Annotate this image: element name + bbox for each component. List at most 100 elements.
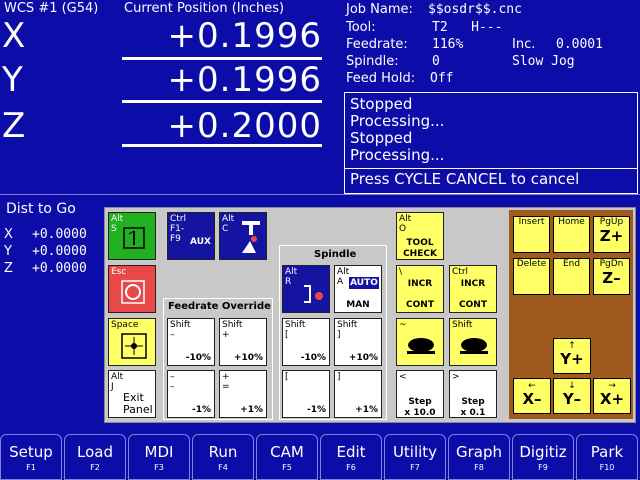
f2-load-button[interactable]: Load F2 (64, 434, 126, 480)
end-key[interactable]: End (553, 258, 590, 295)
dist-y-label: Y (4, 244, 12, 259)
auto-label: AUTO (349, 277, 379, 289)
x-plus-key[interactable]: → X+ (593, 378, 631, 414)
feedrate-step: +10% (233, 353, 263, 363)
fkey-label: Edit (336, 443, 366, 461)
y-minus-key[interactable]: ↓ Y– (553, 378, 591, 414)
x-axis-value: +0.1996 (167, 16, 322, 56)
home-key[interactable]: Home (553, 216, 590, 253)
fkey-label: Utility (392, 443, 438, 461)
key-modifier: Alt (222, 214, 235, 224)
feedrate-step: +1% (240, 405, 263, 415)
feedrate-step: -10% (185, 353, 211, 363)
feed-hold-value: Off (430, 71, 454, 86)
f1-setup-button[interactable]: Setup F1 (0, 434, 62, 480)
x-minus-label: X– (522, 390, 542, 408)
f5-cam-button[interactable]: CAM F5 (256, 434, 318, 480)
fkey-label: Run (208, 443, 238, 461)
key-modifier: Shift (222, 320, 243, 330)
fkey-number: F4 (218, 463, 228, 472)
panel-label: Panel (123, 403, 153, 416)
fkey-number: F8 (474, 463, 484, 472)
key-label: Esc (111, 267, 127, 277)
dist-x-value: +0.0000 (32, 227, 87, 242)
feed-hold-key[interactable]: Space (108, 318, 156, 366)
x-minus-key[interactable]: ← X– (513, 378, 551, 414)
message-line: Stopped (350, 95, 413, 113)
fkey-label: Digitiz (519, 443, 567, 461)
spindle-plus1-key[interactable]: ] +1% (334, 370, 382, 418)
ctrl-incr-cont-key[interactable]: Ctrl INCR CONT (449, 265, 497, 313)
delete-key[interactable]: Delete (513, 258, 550, 295)
slow-jog-key[interactable]: ~ (396, 318, 444, 366)
z-minus-key[interactable]: PgDn Z– (593, 258, 630, 295)
aux-key[interactable]: Ctrl F1- F9 AUX (167, 212, 215, 260)
insert-key[interactable]: Insert (513, 216, 550, 253)
estop-key[interactable]: Esc (108, 265, 156, 313)
z-axis-label: Z (2, 106, 26, 146)
z-plus-key[interactable]: PgUp Z+ (593, 216, 630, 253)
cycle-start-key[interactable]: Alt S (108, 212, 156, 260)
f9-digitize-button[interactable]: Digitiz F9 (512, 434, 574, 480)
spindle-minus1-key[interactable]: [ -1% (282, 370, 330, 418)
incr-label: INCR (407, 279, 433, 289)
feedrate-plus1-key[interactable]: + = +1% (219, 370, 267, 418)
step-label: Step (461, 397, 485, 407)
key-modifier: Shift (337, 320, 358, 330)
spindle-auto-man-key[interactable]: Alt A AUTO MAN (334, 265, 382, 313)
key-modifier: Alt (285, 267, 298, 277)
key-letter: – (170, 372, 175, 382)
exit-panel-key[interactable]: Alt J Exit Panel (108, 370, 156, 418)
f3-mdi-button[interactable]: MDI F3 (128, 434, 190, 480)
key-letter: O (399, 224, 407, 234)
f7-utility-button[interactable]: Utility F7 (384, 434, 446, 480)
spindle-step: +1% (355, 405, 378, 415)
spindle-step: -1% (306, 405, 326, 415)
coolant-icon (242, 221, 260, 253)
aux-label: AUX (190, 237, 211, 247)
f4-run-button[interactable]: Run F4 (192, 434, 254, 480)
job-name-label: Job Name: (346, 2, 413, 17)
feedrate-minus1-key[interactable]: – – -1% (167, 370, 215, 418)
key-label: \ (399, 267, 403, 277)
fkey-label: Graph (455, 443, 502, 461)
key-modifier: Shift (285, 320, 306, 330)
fast-jog-key[interactable]: Shift (449, 318, 497, 366)
f6-edit-button[interactable]: Edit F6 (320, 434, 382, 480)
f8-graph-button[interactable]: Graph F8 (448, 434, 510, 480)
message-line: Stopped (350, 129, 413, 147)
key-modifier: Ctrl (452, 267, 469, 277)
man-label: MAN (346, 300, 370, 310)
key-letter: C (222, 224, 229, 234)
spindle-step: -10% (300, 353, 326, 363)
y-minus-label: Y– (562, 390, 582, 408)
check-label: CHECK (403, 249, 437, 259)
step-x10-key[interactable]: < Step x 10.0 (396, 370, 444, 418)
key-letter: S (111, 224, 117, 234)
dist-z-label: Z (4, 261, 13, 276)
key-label: > (452, 372, 460, 382)
y-plus-key[interactable]: ↑ Y+ (553, 338, 591, 374)
spindle-label: Spindle: (346, 54, 399, 69)
jog-mode: Slow Jog (512, 54, 575, 69)
feedrate-minus10-key[interactable]: Shift – -10% (167, 318, 215, 366)
step-x01-key[interactable]: > Step x 0.1 (449, 370, 497, 418)
inc-label: Inc. (512, 37, 536, 52)
coolant-key[interactable]: Alt C (219, 212, 267, 260)
dist-x-label: X (4, 227, 13, 242)
feed-hold-label: Feed Hold: (346, 71, 416, 86)
feedrate-label: Feedrate: (346, 37, 408, 52)
virtual-control-panel: Alt S Ctrl F1- F9 AUX Alt C Alt O TOOL C… (104, 207, 636, 423)
f10-park-button[interactable]: Park F10 (576, 434, 638, 480)
spindle-plus10-key[interactable]: Shift ] +10% (334, 318, 382, 366)
tool-check-key[interactable]: Alt O TOOL CHECK (396, 212, 444, 260)
key-letter: J (111, 382, 114, 392)
y-axis-value: +0.1996 (167, 60, 322, 100)
key-modifier: Shift (452, 320, 473, 330)
feedrate-plus10-key[interactable]: Shift + +10% (219, 318, 267, 366)
spindle-toggle-key[interactable]: Alt R (282, 265, 330, 313)
key-modifier: Alt (337, 267, 350, 277)
spindle-minus10-key[interactable]: Shift [ -10% (282, 318, 330, 366)
turtle-icon (407, 338, 435, 354)
incr-cont-key[interactable]: \ INCR CONT (396, 265, 444, 313)
